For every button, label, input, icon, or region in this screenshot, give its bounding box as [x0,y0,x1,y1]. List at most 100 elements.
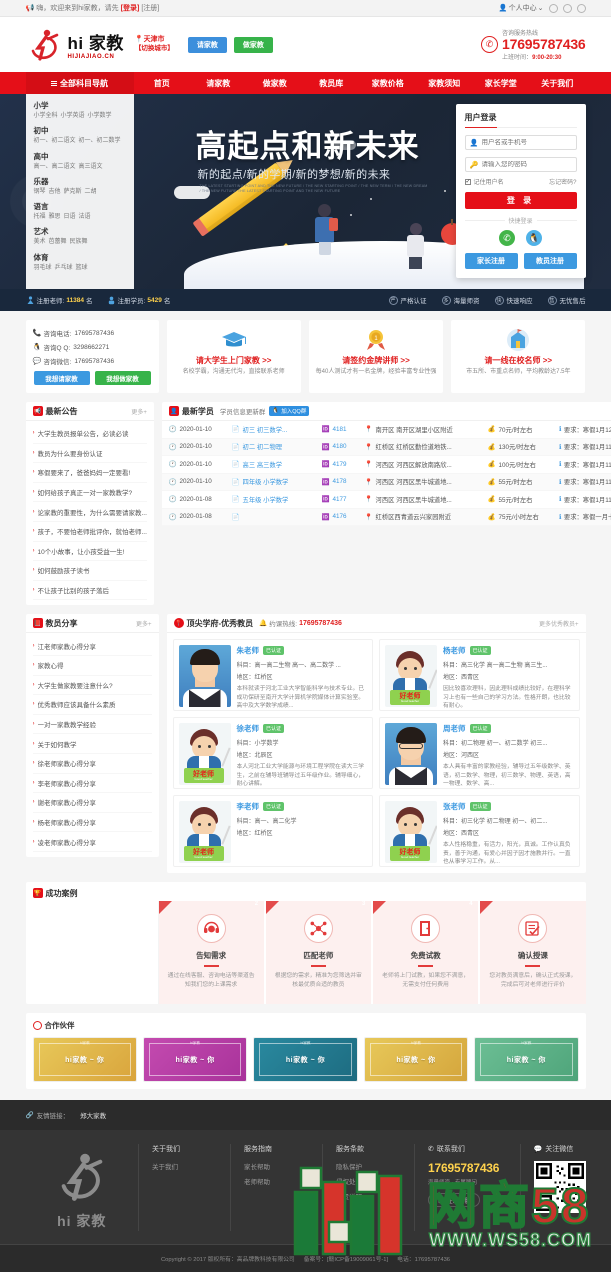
announcement-item[interactable]: › 孩子，不要怕老师批评你，就怕老师... [32,522,147,542]
partner-logo[interactable]: hi家教 hi家教 ~ 你 [32,1037,137,1083]
student-row[interactable]: 🕐 2020-01-10 📄 四年级 小学数学 🆔 4178 📍 河西区 河西区黑牛城道地..… [161,473,611,491]
share-item[interactable]: › 杨老师家教心得分享 [32,813,152,833]
promo-card-0[interactable]: 请大学生上门家教 >> 名校学霸，沟通无代沟，直接联系老师 [166,320,301,393]
partner-logo[interactable]: hi家教 hi家教 ~ 你 [474,1037,579,1083]
footer-link[interactable]: 侵权处理 [336,1176,414,1186]
username-field-wrap[interactable]: 👤 [464,135,577,150]
nav-item-7[interactable]: 关于我们 [529,72,586,94]
password-field-wrap[interactable]: 🔑 [464,157,577,172]
wechat-login-icon[interactable]: ✆ [499,230,515,246]
category-sub-item[interactable]: 小学数学 [88,113,112,121]
footer-link[interactable]: 关于我们 [152,1161,230,1171]
teachers-more-link[interactable]: 更多优秀教员+ [539,619,579,628]
teacher-card[interactable]: 朱老师 已认证 科目：高一高二生物 高一、高二数学 ... 地区：红桥区 本科就读于河北… [172,639,373,712]
online-service-button[interactable]: 🎧 在线客服 [428,1193,481,1208]
category-sub-item[interactable]: 托福 [34,214,46,222]
student-row[interactable]: 🕐 2020-01-10 📄 初三 初三数学... 🆔 4181 📍 南开区 南开区湖里小区附… [161,421,611,439]
share-item[interactable]: › 大学生做家教要注意什么? [32,676,152,696]
user-center-menu[interactable]: 👤 个人中心 ⌄ [499,3,544,13]
category-group-5[interactable]: 艺术 美术 芭蕾舞 民族舞 [34,226,126,247]
promo-card-2[interactable]: 请一线在校名师 >> 市五所、市重点名师，平均教龄达7.5年 [451,320,586,393]
announcement-item[interactable]: › 不让孩子比别的孩子落后 [32,581,147,601]
nav-item-0[interactable]: 首页 [134,72,191,94]
share-item[interactable]: › 李老师家教心得分享 [32,774,152,794]
category-group-2[interactable]: 高中 高一、高二语文 高三语文 [34,151,126,172]
category-sub-item[interactable]: 小学全科 [34,113,58,121]
share-item[interactable]: › 一对一家教教学经验 [32,715,152,735]
footer-link[interactable]: 隐私保护 [336,1161,414,1171]
site-logo[interactable]: hi 家教 HIJIAJIAO.CN [26,26,124,64]
share-item[interactable]: › 谢老师家教心得分享 [32,793,152,813]
category-sub-item[interactable]: 法语 [79,214,91,222]
partner-logo[interactable]: hi家教 hi家教 ~ 你 [363,1037,469,1083]
share-item[interactable]: › 关于如何教学 [32,734,152,754]
student-row[interactable]: 🕐 2020-01-10 📄 高三 高三数学 🆔 4179 📍 河西区 河西区解放南路欣...… [161,456,611,474]
nav-item-5[interactable]: 家教须知 [416,72,473,94]
category-sub-item[interactable]: 二胡 [85,189,97,197]
announcements-more-link[interactable]: 更多+ [131,407,147,416]
teacher-share-more-link[interactable]: 更多+ [136,619,152,628]
announcement-item[interactable]: › 寒假要来了，爸爸妈妈一定要看! [32,463,147,483]
announcement-item[interactable]: › 大学生教员报单公告，必读必读 [32,424,147,444]
parent-register-button[interactable]: 家长注册 [464,253,518,269]
username-input[interactable] [481,139,572,146]
friend-link-item[interactable]: 郑大家教 [80,1110,106,1120]
announcement-item[interactable]: › 10个小故事，让小孩受益一生! [32,542,147,562]
announcement-item[interactable]: › 如何鼓励孩子读书 [32,561,147,581]
share-item[interactable]: › 徐老师家教心得分享 [32,754,152,774]
category-sub-item[interactable]: 雅思 [49,214,61,222]
share-item[interactable]: › 江老师家教心得分享 [32,636,152,656]
announcement-item[interactable]: › 论家教的重要性，为什么需要请家教... [32,502,147,522]
login-link[interactable]: [登录] [121,3,140,13]
teacher-card[interactable]: 好老师 Good teacher 张老师 已认证 科目：初三化学 初二物理 初一、初二.… [379,795,580,868]
category-group-1[interactable]: 初中 初一、初二语文 初一、初二数学 [34,125,126,146]
qq-login-icon[interactable]: 🐧 [526,230,542,246]
partner-logo[interactable]: hi家教 hi家教 ~ 你 [142,1037,248,1083]
teacher-register-button[interactable]: 教员注册 [523,253,577,269]
category-sub-item[interactable]: 初一、初二数学 [79,138,121,146]
student-row[interactable]: 🕐 2020-01-10 📄 初二 初二物理 🆔 4180 📍 红桥区 红桥区勤俭道地铁...… [161,438,611,456]
share-item[interactable]: › 凌老师家教心得分享 [32,832,152,852]
wechat-icon[interactable] [562,3,572,13]
forgot-password-link[interactable]: 忘记密码? [549,177,576,186]
category-group-4[interactable]: 语言 托福 雅思 日语 法语 [34,201,126,222]
nav-item-1[interactable]: 请家教 [190,72,247,94]
category-sub-item[interactable]: 吉他 [49,189,61,197]
want-tutor-button[interactable]: 我想请家教 [33,371,90,385]
nav-item-6[interactable]: 家长学堂 [473,72,530,94]
announcement-item[interactable]: › 教员为什么要身份认证 [32,444,147,464]
share-item[interactable]: › 优秀教师应该具备什么素质 [32,695,152,715]
student-row[interactable]: 🕐 2020-01-08 📄 🆔 4176 📍 红桥区西青道云兴家园附近 💰 75元/小时左右 ℹ… [161,508,611,526]
category-sub-item[interactable]: 初一、初二语文 [34,138,76,146]
teacher-card[interactable]: 好老师 Good teacher 李老师 已认证 科目：高一、高二化学 地区：红桥区 [172,795,373,868]
all-subjects-button[interactable]: 全部科目导航 [25,72,134,94]
partner-logo[interactable]: hi家教 hi家教 ~ 你 [253,1037,358,1083]
remember-checkbox[interactable] [464,178,471,185]
category-sub-item[interactable]: 高三语文 [79,164,103,172]
share-item[interactable]: › 家教心得 [32,656,152,676]
category-group-0[interactable]: 小学 小学全科 小学英语 小学数学 [34,100,126,121]
become-tutor-button[interactable]: 做家教 [233,36,273,53]
footer-link[interactable]: 老师帮助 [244,1176,322,1186]
category-group-3[interactable]: 乐器 钢琴 吉他 萨克斯 二胡 [34,176,126,197]
nav-item-4[interactable]: 家教价格 [360,72,417,94]
qq-icon[interactable] [576,3,586,13]
city-selector[interactable]: 📍天津市 【切换城市】 [135,35,174,53]
category-sub-item[interactable]: 民族舞 [70,239,88,247]
footer-link[interactable]: 家长帮助 [244,1161,322,1171]
category-sub-item[interactable]: 萨克斯 [64,189,82,197]
login-submit-button[interactable]: 登 录 [464,192,577,209]
join-qq-group-button[interactable]: 🐧 加入QQ群 [269,406,310,416]
nav-item-3[interactable]: 教员库 [303,72,360,94]
announcement-item[interactable]: › 如何给孩子真正一对一家教教学? [32,483,147,503]
teacher-card[interactable]: 好老师 Good teacher 徐老师 已认证 科目：小学数学 地区：北辰区 本人河北工业… [172,717,373,790]
promo-card-1[interactable]: 1 请签约金牌讲师 >> 每40人测试才有一名金牌，经验丰富专业性强 [308,320,444,393]
category-sub-item[interactable]: 高一、高二语文 [34,164,76,172]
teacher-card[interactable]: 周老师 已认证 科目：初二物理 初一、初二数学 初三... 地区：河西区 本人具有丰富的… [379,717,580,790]
category-sub-item[interactable]: 芭蕾舞 [49,239,67,247]
request-tutor-button[interactable]: 请家教 [187,36,227,53]
register-link[interactable]: [注册] [141,3,159,13]
teacher-card[interactable]: 好老师 Good teacher 杨老师 已认证 科目：高三化学 高一高二生物 高三生.… [379,639,580,712]
nav-item-2[interactable]: 做家教 [247,72,304,94]
category-sub-item[interactable]: 乒乓球 [55,265,73,273]
